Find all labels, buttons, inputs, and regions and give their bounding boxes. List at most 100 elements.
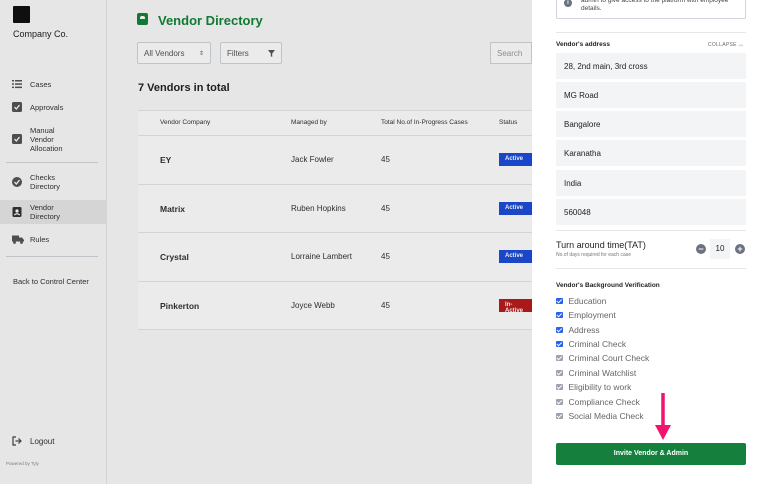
checkbox[interactable] xyxy=(556,354,563,362)
column-header-cases: Total No.of In-Progress Cases xyxy=(381,119,468,126)
sidebar-item-approvals[interactable]: Approvals xyxy=(0,101,107,115)
checkbox[interactable] xyxy=(556,340,563,348)
check-label: Education xyxy=(568,296,607,306)
table-row[interactable]: Pinkerton Joyce Webb 45 In-Active xyxy=(138,282,532,330)
contact-icon xyxy=(12,207,22,217)
vendor-company-cell: Matrix xyxy=(160,203,186,214)
check-social-media-check[interactable]: Social Media Check xyxy=(556,411,644,421)
checkbox[interactable] xyxy=(556,326,563,334)
check-label: Eligibility to work xyxy=(568,382,632,392)
checkbox[interactable] xyxy=(556,311,563,319)
address-line-2-field[interactable]: MG Road xyxy=(556,82,746,108)
checkbox[interactable] xyxy=(556,297,563,305)
logout-icon xyxy=(12,436,22,446)
logout-button[interactable]: Logout xyxy=(12,436,54,446)
sidebar-divider xyxy=(6,256,98,257)
logout-label: Logout xyxy=(30,436,55,446)
tat-increment-button[interactable]: + xyxy=(735,244,745,254)
checkbox[interactable] xyxy=(556,398,563,406)
check-eligibility-to-work[interactable]: Eligibility to work xyxy=(556,382,631,392)
main-content: Vendor Directory All Vendors ⇕ Filters S… xyxy=(107,0,532,484)
filters-button[interactable]: Filters xyxy=(220,42,282,64)
check-label: Criminal Watchlist xyxy=(568,368,637,378)
tat-value-input[interactable]: 10 xyxy=(710,239,730,259)
sidebar-item-label: Vendor Directory xyxy=(30,203,61,221)
cases-cell: 45 xyxy=(381,252,390,261)
address-line-1-field[interactable]: 28, 2nd main, 3rd cross xyxy=(556,53,746,79)
info-icon: i xyxy=(564,0,572,7)
sidebar-item-label: Cases xyxy=(30,80,52,89)
check-square-icon xyxy=(12,134,22,144)
vendor-filter-value: All Vendors xyxy=(144,48,185,58)
check-address[interactable]: Address xyxy=(556,325,600,335)
check-compliance-check[interactable]: Compliance Check xyxy=(556,397,640,407)
pincode-field[interactable]: 560048 xyxy=(556,199,746,225)
managed-by-cell: Ruben Hopkins xyxy=(291,203,346,213)
city-field[interactable]: Bangalore xyxy=(556,111,746,137)
checkbox[interactable] xyxy=(556,369,563,377)
list-icon xyxy=(12,80,22,89)
check-employment[interactable]: Employment xyxy=(556,310,616,320)
managed-by-cell: Jack Fowler xyxy=(291,155,334,164)
country-field[interactable]: India xyxy=(556,170,746,196)
checkbox[interactable] xyxy=(556,412,563,420)
managed-by-cell: Joyce Webb xyxy=(291,300,335,310)
back-to-control-center-link[interactable]: Back to Control Center xyxy=(13,277,89,286)
sidebar-item-label: Checks Directory xyxy=(30,173,61,191)
tat-subtitle: No.of days required for each case xyxy=(556,252,632,258)
address-section-label: Vendor's address xyxy=(556,41,610,48)
cases-cell: 45 xyxy=(381,300,390,310)
sidebar-item-vendor-directory[interactable]: Vendor Directory xyxy=(0,200,107,224)
state-field[interactable]: Karanatha xyxy=(556,140,746,166)
table-row[interactable]: Crystal Lorraine Lambert 45 Active xyxy=(138,233,532,282)
check-label: Compliance Check xyxy=(568,397,640,407)
vendor-filter-select[interactable]: All Vendors ⇕ xyxy=(137,42,211,64)
vendor-company-cell: Pinkerton xyxy=(160,300,200,311)
filters-label: Filters xyxy=(227,48,249,58)
invite-vendor-admin-button[interactable]: Invite Vendor & Admin xyxy=(556,443,746,465)
panel-divider xyxy=(556,32,746,33)
check-label: Address xyxy=(568,325,600,335)
table-header: Vendor Company Managed by Total No.of In… xyxy=(138,111,532,136)
check-label: Employment xyxy=(568,310,616,320)
truck-icon xyxy=(12,235,24,244)
vendor-directory-icon xyxy=(137,13,148,25)
panel-divider xyxy=(556,268,746,269)
managed-by-cell: Lorraine Lambert xyxy=(291,252,352,261)
vendor-table: Vendor Company Managed by Total No.of In… xyxy=(138,110,532,330)
column-header-vendor-company: Vendor Company xyxy=(160,119,211,126)
info-text: admin to give access to the platform wit… xyxy=(581,0,729,12)
bgv-section-label: Vendor's Background Verification xyxy=(556,282,660,289)
status-badge: Active xyxy=(499,153,532,166)
cases-cell: 45 xyxy=(381,155,390,164)
sidebar-item-rules[interactable]: Rules xyxy=(0,233,107,247)
invite-vendor-panel: i admin to give access to the platform w… xyxy=(532,0,768,484)
tat-label: Turn around time(TAT) xyxy=(556,240,646,250)
checkbox[interactable] xyxy=(556,383,563,391)
tat-decrement-button[interactable]: − xyxy=(696,244,706,254)
page-title: Vendor Directory xyxy=(158,13,263,28)
check-label: Criminal Check xyxy=(568,339,627,349)
table-row[interactable]: EY Jack Fowler 45 Active xyxy=(138,136,532,185)
search-input[interactable]: Search xyxy=(490,42,532,64)
sidebar-item-label: Manual Vendor Allocation xyxy=(30,126,63,153)
sidebar-item-manual-vendor-allocation[interactable]: Manual Vendor Allocation xyxy=(0,124,107,154)
check-square-icon xyxy=(12,102,22,112)
vendor-company-cell: EY xyxy=(160,155,172,165)
check-criminal-court-check[interactable]: Criminal Court Check xyxy=(556,353,649,363)
status-badge: Active xyxy=(499,250,532,263)
sidebar-item-cases[interactable]: Cases xyxy=(0,78,107,92)
sidebar: Company Co. Cases Approvals Manual Vendo… xyxy=(0,0,107,484)
check-criminal-watchlist[interactable]: Criminal Watchlist xyxy=(556,368,636,378)
check-education[interactable]: Education xyxy=(556,296,606,306)
collapse-toggle[interactable]: COLLAPSE ︿ xyxy=(708,41,744,48)
status-badge: In-Active xyxy=(499,298,532,314)
table-row[interactable]: Matrix Ruben Hopkins 45 Active xyxy=(138,185,532,233)
panel-divider xyxy=(556,230,746,231)
sidebar-item-checks-directory[interactable]: Checks Directory xyxy=(0,171,107,193)
check-circle-icon xyxy=(12,177,22,187)
check-criminal-check[interactable]: Criminal Check xyxy=(556,339,626,349)
status-badge: Active xyxy=(499,201,532,215)
sidebar-divider xyxy=(6,162,98,163)
chevron-up-icon: ︿ xyxy=(738,42,744,48)
